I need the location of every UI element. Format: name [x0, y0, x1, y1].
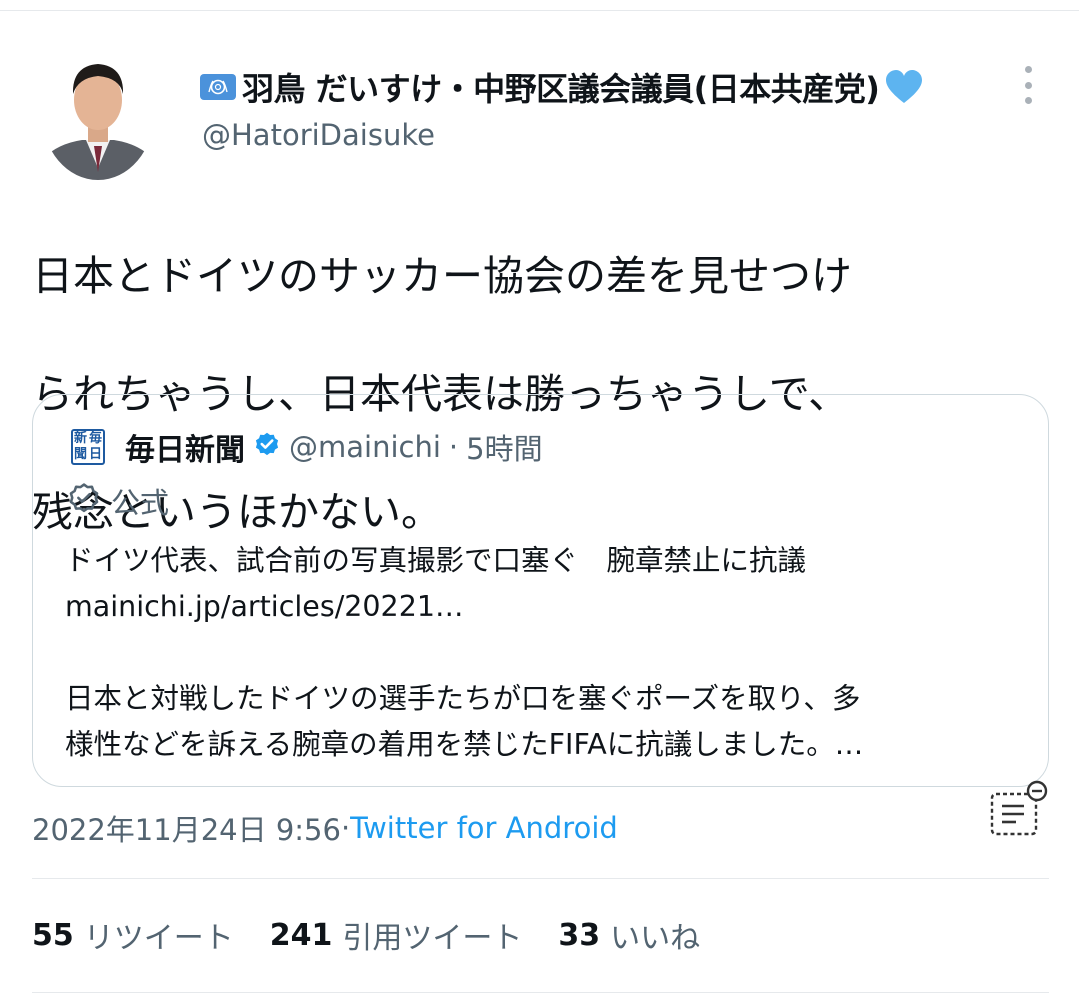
meta-separator: · [340, 811, 351, 845]
logo-char: 新 [73, 431, 87, 446]
author-avatar[interactable] [42, 48, 154, 180]
author-name-row: 羽鳥 だいすけ・中野区議会議員(日本共産党) [200, 62, 923, 112]
author-handle[interactable]: @HatoriDaisuke [202, 118, 435, 152]
quoted-time: 5時間 [466, 432, 543, 466]
retweets-stat[interactable]: 55 リツイート [32, 913, 234, 957]
official-badge-icon [67, 482, 101, 520]
quoted-link[interactable]: mainichi.jp/articles/20221… [65, 584, 1025, 630]
quoted-header: 毎日新聞 @mainichi · 5時間 [125, 425, 543, 469]
un-flag-icon [200, 74, 236, 100]
author-display-name[interactable]: 羽鳥 だいすけ・中野区議会議員(日本共産党) [242, 64, 880, 110]
more-options-icon[interactable] [1018, 66, 1038, 104]
top-divider [0, 10, 1079, 11]
likes-stat[interactable]: 33 いいね [558, 913, 700, 957]
quote-tweets-label: 引用ツイート [342, 921, 523, 956]
quoted-author-name[interactable]: 毎日新聞 [125, 425, 245, 469]
logo-char: 聞 [73, 447, 87, 462]
quoted-handle[interactable]: @mainichi [289, 430, 441, 464]
official-label-row: 公式 [67, 479, 169, 523]
note-compose-icon[interactable] [990, 780, 1050, 844]
likes-label: いいね [610, 921, 701, 956]
retweets-label: リツイート [83, 921, 234, 956]
mainichi-logo: 新 毎 聞 日 [71, 429, 105, 465]
blue-heart-icon [885, 70, 923, 104]
quoted-text-line: ドイツ代表、試合前の写真撮影で口塞ぐ 腕章禁止に抗議 [65, 544, 807, 577]
tweet-meta-row: 2022年11月24日 9:56 · Twitter for Android [32, 806, 618, 850]
quoted-text-line: 様性などを訴える腕章の着用を禁じたFIFAに抗議しました。… [65, 728, 864, 761]
official-label: 公式 [111, 486, 170, 520]
quoted-text-line: 日本と対戦したドイツの選手たちが口を塞ぐポーズを取り、多 [65, 682, 861, 715]
engagement-stats: 55 リツイート 241 引用ツイート 33 いいね [32, 912, 736, 958]
likes-count: 33 [558, 917, 601, 953]
verified-badge-icon [253, 431, 281, 463]
tweet-text-line: 日本とドイツのサッカー協会の差を見せつけ [32, 252, 852, 300]
quoted-tweet-text: ドイツ代表、試合前の写真撮影で口塞ぐ 腕章禁止に抗議 mainichi.jp/a… [65, 538, 1025, 768]
quoted-tweet-card[interactable]: 新 毎 聞 日 毎日新聞 @mainichi · 5時間 公式 ドイツ代表、試合… [32, 394, 1049, 787]
quote-tweets-count: 241 [269, 917, 333, 953]
retweets-count: 55 [32, 917, 74, 953]
tweet-source-link[interactable]: Twitter for Android [350, 811, 618, 845]
divider [32, 992, 1049, 993]
divider [32, 878, 1049, 879]
meta-separator: · [448, 430, 459, 464]
logo-char: 日 [88, 447, 102, 462]
quote-tweets-stat[interactable]: 241 引用ツイート [270, 913, 523, 957]
logo-char: 毎 [88, 431, 102, 446]
tweet-timestamp[interactable]: 2022年11月24日 9:56 [32, 807, 341, 849]
